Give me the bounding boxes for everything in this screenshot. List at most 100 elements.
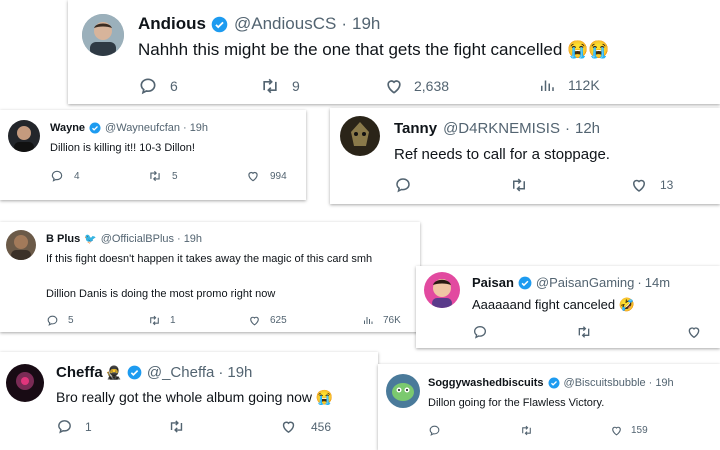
reply-count: 5	[68, 315, 74, 326]
reply-icon	[56, 418, 73, 435]
retweet-count: 9	[292, 78, 300, 94]
retweet-icon	[510, 176, 528, 194]
reply-icon	[50, 169, 64, 183]
tweet-card-bplus[interactable]: B Plus 🐦 @OfficialBPlus · 19h If this fi…	[0, 222, 420, 332]
avatar[interactable]	[8, 120, 40, 152]
like-count: 2,638	[414, 78, 450, 94]
reply-button[interactable]: 5	[46, 314, 74, 327]
handle[interactable]: @Wayneufcfan	[105, 122, 180, 134]
avatar[interactable]	[340, 116, 380, 156]
avatar[interactable]	[6, 230, 36, 260]
retweet-button[interactable]: 1	[148, 314, 176, 327]
avatar[interactable]	[82, 14, 124, 56]
like-button[interactable]: 994	[246, 169, 287, 183]
avatar[interactable]	[6, 364, 44, 402]
retweet-icon	[148, 314, 161, 327]
separator: ·	[218, 364, 224, 381]
views-button[interactable]: 76K	[362, 314, 401, 326]
handle[interactable]: @PaisanGaming	[536, 275, 634, 290]
heart-icon	[686, 324, 702, 340]
display-name[interactable]: Soggywashedbiscuits	[428, 377, 544, 389]
tweet-card-soggywashedbiscuits[interactable]: Soggywashedbiscuits @Biscuitsbubble · 19…	[378, 364, 720, 450]
verified-badge-icon	[89, 122, 101, 134]
retweet-icon	[148, 169, 162, 183]
display-name[interactable]: B Plus	[46, 233, 80, 245]
retweet-button[interactable]: 5	[148, 169, 178, 183]
like-button[interactable]: 625	[248, 314, 287, 327]
tweet-text: Aaaaaand fight canceled 🤣	[472, 297, 635, 312]
separator: ·	[648, 377, 653, 389]
views-icon	[538, 76, 556, 94]
timestamp[interactable]: 12h	[575, 120, 600, 137]
handle[interactable]: @_Cheffa	[147, 364, 215, 381]
tweet-text-line-1: If this fight doesn't happen it takes aw…	[46, 253, 373, 265]
like-button[interactable]: 456	[280, 418, 331, 435]
like-count: 159	[631, 425, 648, 436]
handle[interactable]: @AndiousCS	[234, 14, 336, 34]
tweet-text: Dillon going for the Flawless Victory.	[428, 397, 605, 409]
heart-icon	[384, 76, 404, 96]
display-name[interactable]: Tanny	[394, 120, 437, 137]
display-name[interactable]: Andious	[138, 14, 206, 34]
retweet-button[interactable]	[576, 324, 592, 340]
timestamp[interactable]: 19h	[655, 377, 673, 389]
separator: ·	[177, 233, 181, 245]
views-button[interactable]: 112K	[538, 76, 600, 94]
reply-button[interactable]: 6	[138, 76, 178, 96]
handle[interactable]: @D4RKNEMISIS	[443, 120, 560, 137]
reply-button[interactable]	[428, 424, 441, 437]
retweet-button[interactable]	[168, 418, 185, 435]
reply-count: 1	[85, 419, 92, 434]
reply-button[interactable]	[394, 176, 412, 194]
timestamp[interactable]: 14m	[645, 275, 670, 290]
verified-badge-icon	[211, 16, 228, 33]
like-button[interactable]: 13	[630, 176, 673, 194]
tweet-card-cheffa[interactable]: Cheffa 🥷 @_Cheffa · 19h Bro really got t…	[0, 352, 378, 450]
tweet-text: Dillion is killing it!! 10-3 Dillon!	[50, 142, 195, 154]
timestamp[interactable]: 19h	[227, 364, 252, 381]
display-name[interactable]: Wayne	[50, 122, 85, 134]
heart-icon	[246, 169, 260, 183]
verified-badge-icon	[518, 276, 532, 290]
heart-icon	[630, 176, 648, 194]
separator: ·	[183, 122, 187, 134]
reply-button[interactable]: 4	[50, 169, 80, 183]
timestamp[interactable]: 19h	[352, 14, 380, 34]
handle[interactable]: @Biscuitsbubble	[564, 377, 646, 389]
tweet-text: Nahhh this might be the one that gets th…	[138, 40, 610, 59]
retweet-button[interactable]: 9	[260, 76, 300, 96]
tweet-card-wayne[interactable]: Wayne @Wayneufcfan · 19h Dillion is kill…	[0, 110, 306, 200]
handle[interactable]: @OfficialBPlus	[101, 233, 174, 245]
retweet-icon	[520, 424, 533, 437]
reply-icon	[394, 176, 412, 194]
retweet-count: 5	[172, 170, 178, 182]
reply-button[interactable]: 1	[56, 418, 92, 435]
tweet-card-paisan[interactable]: Paisan @PaisanGaming · 14m Aaaaaand figh…	[416, 266, 720, 348]
tweet-card-tanny[interactable]: Tanny @D4RKNEMISIS · 12h Ref needs to ca…	[330, 108, 720, 204]
bird-emoji: 🐦	[84, 233, 97, 245]
display-name[interactable]: Paisan	[472, 275, 514, 290]
heart-icon	[248, 314, 261, 327]
verified-badge-icon	[548, 377, 560, 389]
avatar[interactable]	[386, 374, 420, 408]
retweet-button[interactable]	[510, 176, 528, 194]
reply-icon	[46, 314, 59, 327]
like-button[interactable]: 2,638	[384, 76, 449, 96]
timestamp[interactable]: 19h	[190, 122, 208, 134]
timestamp[interactable]: 19h	[184, 233, 202, 245]
reply-count: 4	[74, 170, 80, 182]
tweet-text: Ref needs to call for a stoppage.	[394, 146, 610, 163]
like-count: 456	[311, 419, 332, 434]
retweet-button[interactable]	[520, 424, 533, 437]
view-count: 76K	[383, 314, 401, 326]
display-name[interactable]: Cheffa	[56, 364, 103, 381]
like-button[interactable]: 159	[610, 424, 648, 437]
separator: ·	[637, 275, 642, 290]
tweet-card-andious[interactable]: Andious @AndiousCS · 19h Nahhh this migh…	[68, 0, 720, 104]
like-count: 994	[270, 170, 287, 182]
separator: ·	[341, 14, 347, 33]
retweet-icon	[168, 418, 185, 435]
avatar[interactable]	[424, 272, 460, 308]
like-button[interactable]	[686, 324, 702, 340]
reply-button[interactable]	[472, 324, 488, 340]
